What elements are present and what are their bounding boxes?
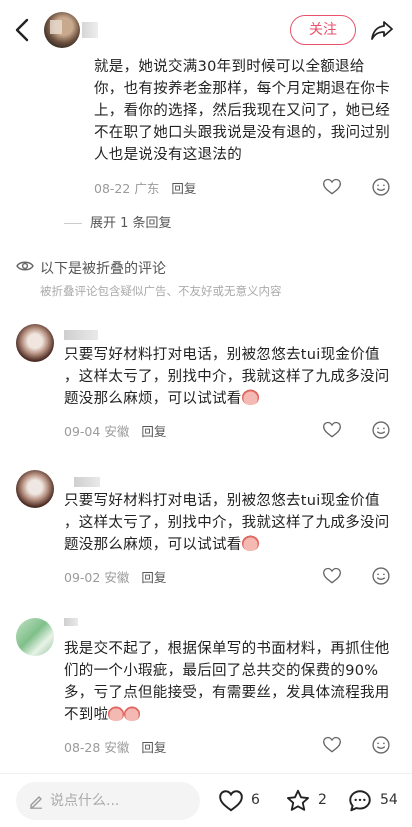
- comment-meta: 08-28 安徽 回复: [64, 737, 166, 756]
- comment-location: 安徽: [104, 740, 130, 755]
- comment-meta: 08-22 广东 回复: [94, 178, 196, 197]
- bottom-bar: 说点什么... 6 2 54: [0, 773, 412, 827]
- comment-date: 09-02: [64, 570, 101, 585]
- heart-icon[interactable]: [322, 177, 342, 197]
- comment-input[interactable]: 说点什么...: [16, 782, 200, 820]
- comment-location: 安徽: [104, 570, 130, 585]
- star-icon[interactable]: [285, 788, 311, 814]
- comment-location: 安徽: [104, 424, 130, 439]
- star-count: 2: [318, 792, 327, 808]
- expand-replies-button[interactable]: 展开 1 条回复: [64, 212, 172, 231]
- comment-text: 只要写好材料打对电话，别被忽悠去tui现金价值 ，这样太亏了，别找中介，我就这样…: [64, 493, 390, 553]
- comment-text: 只要写好材料打对电话，别被忽悠去tui现金价值 ，这样太亏了，别找中介，我就这样…: [64, 347, 390, 407]
- follow-button[interactable]: 关注: [290, 15, 356, 45]
- share-icon[interactable]: [370, 18, 394, 42]
- comment-input-placeholder: 说点什么...: [50, 793, 120, 809]
- back-icon[interactable]: [12, 17, 34, 43]
- top-bar: 关注: [0, 0, 412, 58]
- comment-date: 08-28: [64, 740, 101, 755]
- reply-button[interactable]: 回复: [141, 424, 166, 439]
- heart-icon[interactable]: [322, 566, 342, 586]
- smile-icon[interactable]: [371, 735, 391, 755]
- folded-comments-subtitle: 被折叠评论包含疑似广告、不友好或无意义内容: [40, 284, 282, 298]
- comment-location: 广东: [134, 181, 160, 196]
- comment-date: 09-04: [64, 424, 101, 439]
- pen-icon: [30, 796, 42, 809]
- pig-emoji-icon: [108, 706, 125, 721]
- commenter-name-blurred[interactable]: [74, 477, 100, 487]
- smile-icon[interactable]: [371, 566, 391, 586]
- avatar[interactable]: [16, 618, 54, 656]
- avatar[interactable]: [16, 470, 54, 508]
- reply-button[interactable]: 回复: [171, 181, 196, 196]
- smile-icon[interactable]: [371, 420, 391, 440]
- comment-meta: 09-02 安徽 回复: [64, 567, 166, 586]
- author-avatar[interactable]: [44, 12, 80, 48]
- heart-icon[interactable]: [322, 735, 342, 755]
- heart-icon[interactable]: [322, 420, 342, 440]
- reply-button[interactable]: 回复: [141, 570, 166, 585]
- folded-comments-title[interactable]: 以下是被折叠的评论: [40, 258, 166, 278]
- pig-emoji-icon: [124, 706, 141, 721]
- reply-button[interactable]: 回复: [141, 740, 166, 755]
- comment-text: 我是交不起了，根据保单写的书面材料，再抓住他们的一个小瑕疵，最后回了总共交的保费…: [64, 641, 390, 723]
- author-name-blurred[interactable]: [82, 22, 98, 38]
- smile-icon[interactable]: [371, 177, 391, 197]
- eye-icon: [16, 261, 34, 271]
- pig-emoji-icon: [241, 389, 259, 405]
- avatar[interactable]: [16, 324, 54, 362]
- commenter-name-blurred[interactable]: [64, 618, 78, 626]
- comment-meta: 09-04 安徽 回复: [64, 421, 166, 440]
- comment-icon[interactable]: [347, 788, 373, 814]
- like-count: 6: [251, 792, 260, 808]
- comment-date: 08-22: [94, 181, 131, 196]
- pig-emoji-icon: [241, 535, 259, 551]
- comment-text: 就是，她说交满30年到时候可以全额退给你，也有按养老金那样，每个月定期退在你卡上…: [94, 59, 390, 163]
- like-icon[interactable]: [218, 788, 244, 814]
- commenter-name-blurred[interactable]: [64, 330, 98, 340]
- comment-count: 54: [380, 792, 398, 808]
